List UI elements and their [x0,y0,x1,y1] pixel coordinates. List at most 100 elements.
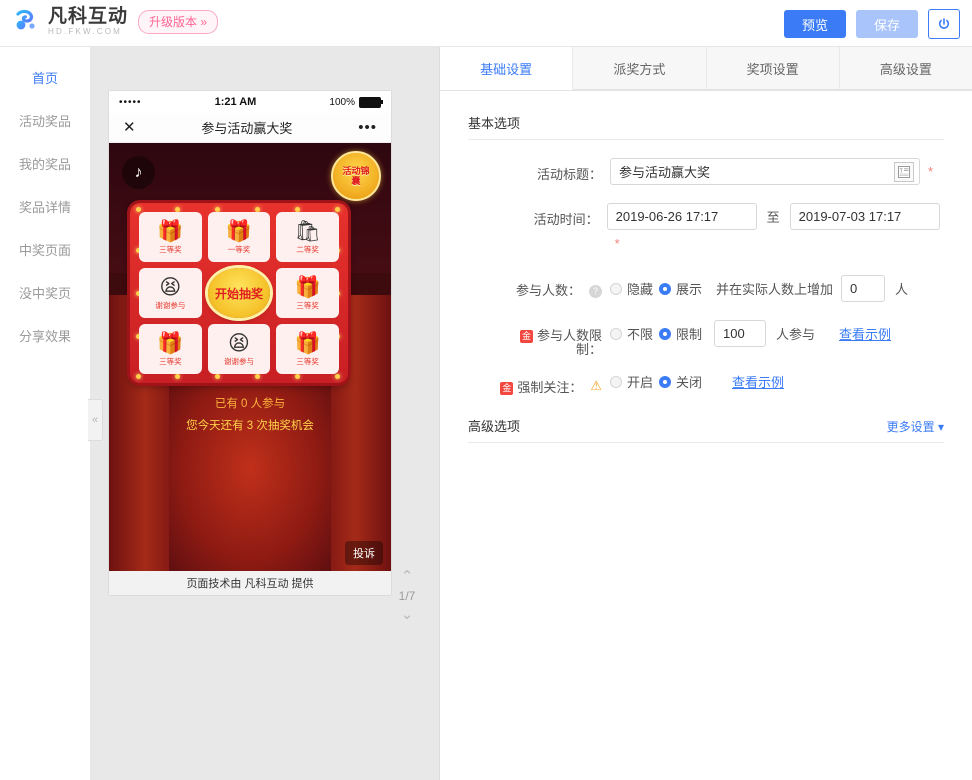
activity-time-row: 活动时间： 至 * [468,203,944,257]
advanced-options-title: 高级选项 [468,419,521,434]
brand-name-en: HD.FKW.COM [48,26,122,36]
phone-nav-bar: ✕ 参与活动赢大奖 ••• [109,113,391,143]
music-icon[interactable]: ♪ [122,156,155,189]
settings-tabs: 基础设置 派奖方式 奖项设置 高级设置 [440,47,972,91]
forced-follow-field: 开启 关闭 查看示例 [610,372,784,391]
lottery-cell[interactable]: 😫 谢谢参与 [139,268,202,318]
page-down-icon[interactable]: ⌄ [392,607,422,623]
start-date-input[interactable] [606,203,757,230]
settings-panel: 基础设置 派奖方式 奖项设置 高级设置 基本选项 活动标题： 参与活动赢大奖 T… [440,47,972,780]
remaining-chances-text: 您今天还有 3 次抽奖机会 [186,420,314,432]
participant-limit-row: 金 参与人数限 不限 限制 人参与 查 [468,320,944,347]
warning-icon: ⚠ [590,378,602,393]
lottery-cell[interactable]: 😫 谢谢参与 [207,324,271,374]
lottery-stage: ♪ 活动锦囊 🎁 三等奖 🎁 一等奖 🛍 二等奖 😫 谢谢参与 开始抽奖 🎁 三… [109,143,391,595]
battery-percent: 100% [329,96,355,108]
sidebar: 首页 活动奖品 我的奖品 奖品详情 中奖页面 没中奖页 分享效果 [0,47,90,780]
lottery-cell[interactable]: 🎁 三等奖 [139,212,202,262]
lottery-cell-label: 三等奖 [296,301,319,310]
radio-dot-selected-icon [659,327,672,340]
more-settings-link[interactable]: 更多设置 ▾ [887,418,944,435]
battery-icon [359,96,383,108]
signal-icon: ••••• [119,96,142,108]
sidebar-item-prizes[interactable]: 活动奖品 [0,100,90,143]
more-icon[interactable]: ••• [358,120,377,135]
radio-dot-selected-icon [659,375,672,388]
gift-icon: 🎁 [225,220,253,243]
count-add-text: 并在实际人数上增加 [716,282,834,297]
preview-button[interactable]: 预览 [784,10,846,38]
follow-on-label: 开启 [627,375,654,390]
tab-advanced-settings[interactable]: 高级设置 [839,47,972,90]
basic-options-section: 基本选项 活动标题： T [468,113,944,398]
vip-badge-icon: 金 [500,382,514,395]
end-date-input[interactable] [789,203,940,230]
complain-button[interactable]: 投诉 [345,541,383,565]
count-hide-label: 隐藏 [627,282,654,297]
sidebar-item-home[interactable]: 首页 [0,57,90,100]
count-add-input[interactable] [841,275,886,302]
limit-value-input[interactable] [714,320,767,347]
forced-follow-row: 金 强制关注： ⚠ 开启 关闭 查看示例 [468,372,944,398]
page-stepper: ⌃ 1/7 ⌄ [392,569,422,623]
lottery-cell[interactable]: 🎁 一等奖 [207,212,271,262]
sidebar-item-win-page[interactable]: 中奖页面 [0,229,90,272]
start-draw-label: 开始抽奖 [214,286,263,301]
basic-options-title: 基本选项 [468,116,521,131]
activity-title-input[interactable] [610,158,920,185]
text-edit-icon[interactable]: T [894,162,914,182]
power-icon[interactable] [928,9,960,39]
sad-face-icon: 😫 [228,332,250,355]
forced-follow-label: 强制关注： [517,380,583,395]
activity-title-input-wrap: T [610,158,920,185]
basic-options-header: 基本选项 [468,113,944,140]
close-icon[interactable]: ✕ [123,120,136,135]
follow-off-label: 关闭 [676,375,703,390]
sidebar-item-lose-page[interactable]: 没中奖页 [0,272,90,315]
participant-count-field: 隐藏 展示 并在实际人数上增加 人 [610,275,908,302]
advanced-options-header: 高级选项 更多设置 ▾ [468,416,944,443]
brand-text: 凡科互动 HD.FKW.COM [48,7,128,36]
limit-unlimited-radio[interactable]: 不限 [610,324,653,343]
help-icon[interactable]: ? [589,285,602,298]
lottery-cell[interactable]: 🎁 三等奖 [276,268,339,318]
phone-footer-text: 页面技术由 凡科互动 提供 [109,571,391,595]
upgrade-badge[interactable]: 升级版本 » [138,10,219,34]
follow-view-example-link[interactable]: 查看示例 [732,372,784,391]
lottery-cell-label: 谢谢参与 [223,357,254,366]
lottery-cell[interactable]: 🎁 三等奖 [139,324,202,374]
count-show-radio[interactable]: 展示 [659,279,702,298]
basic-options-form: 活动标题： T [468,158,944,398]
sidebar-item-share-effect[interactable]: 分享效果 [0,315,90,358]
collapse-sidebar-icon[interactable]: « [88,399,103,441]
activity-time-field: 至 * [606,203,944,257]
brand[interactable]: 凡科互动 HD.FKW.COM 升级版本 » [12,6,219,36]
gift-bag-badge[interactable]: 活动锦囊 [331,151,381,201]
limit-view-example-link[interactable]: 查看示例 [839,324,891,343]
follow-on-radio[interactable]: 开启 [610,372,653,391]
lottery-cell[interactable]: 🛍 二等奖 [276,212,339,262]
fkw-logo-icon [12,6,42,36]
activity-title-field: T * [610,158,933,185]
phone-status-bar: ••••• 1:21 AM 100% [109,91,391,113]
lottery-cell[interactable]: 🎁 三等奖 [276,324,339,374]
follow-off-radio[interactable]: 关闭 [659,372,702,391]
lottery-cell-label: 谢谢参与 [155,301,186,310]
sidebar-item-my-prizes[interactable]: 我的奖品 [0,143,90,186]
save-button[interactable]: 保存 [856,10,918,38]
start-draw-button[interactable]: 开始抽奖 [207,268,271,318]
limit-limited-radio[interactable]: 限制 [659,324,702,343]
count-hide-radio[interactable]: 隐藏 [610,279,653,298]
radio-dot-icon [610,375,622,388]
tab-prize-settings[interactable]: 奖项设置 [706,47,840,90]
activity-time-label: 活动时间： [533,212,599,227]
activity-title-row: 活动标题： T [468,158,944,185]
gift-icon: 🎁 [157,332,184,355]
vip-badge-icon: 金 [519,330,533,343]
tab-basic-settings[interactable]: 基础设置 [440,47,574,90]
count-show-label: 展示 [676,282,703,297]
sidebar-item-prize-detail[interactable]: 奖品详情 [0,186,90,229]
page-up-icon[interactable]: ⌃ [392,569,422,585]
top-actions: 预览 保存 [784,9,960,39]
tab-prize-method[interactable]: 派奖方式 [573,47,707,90]
